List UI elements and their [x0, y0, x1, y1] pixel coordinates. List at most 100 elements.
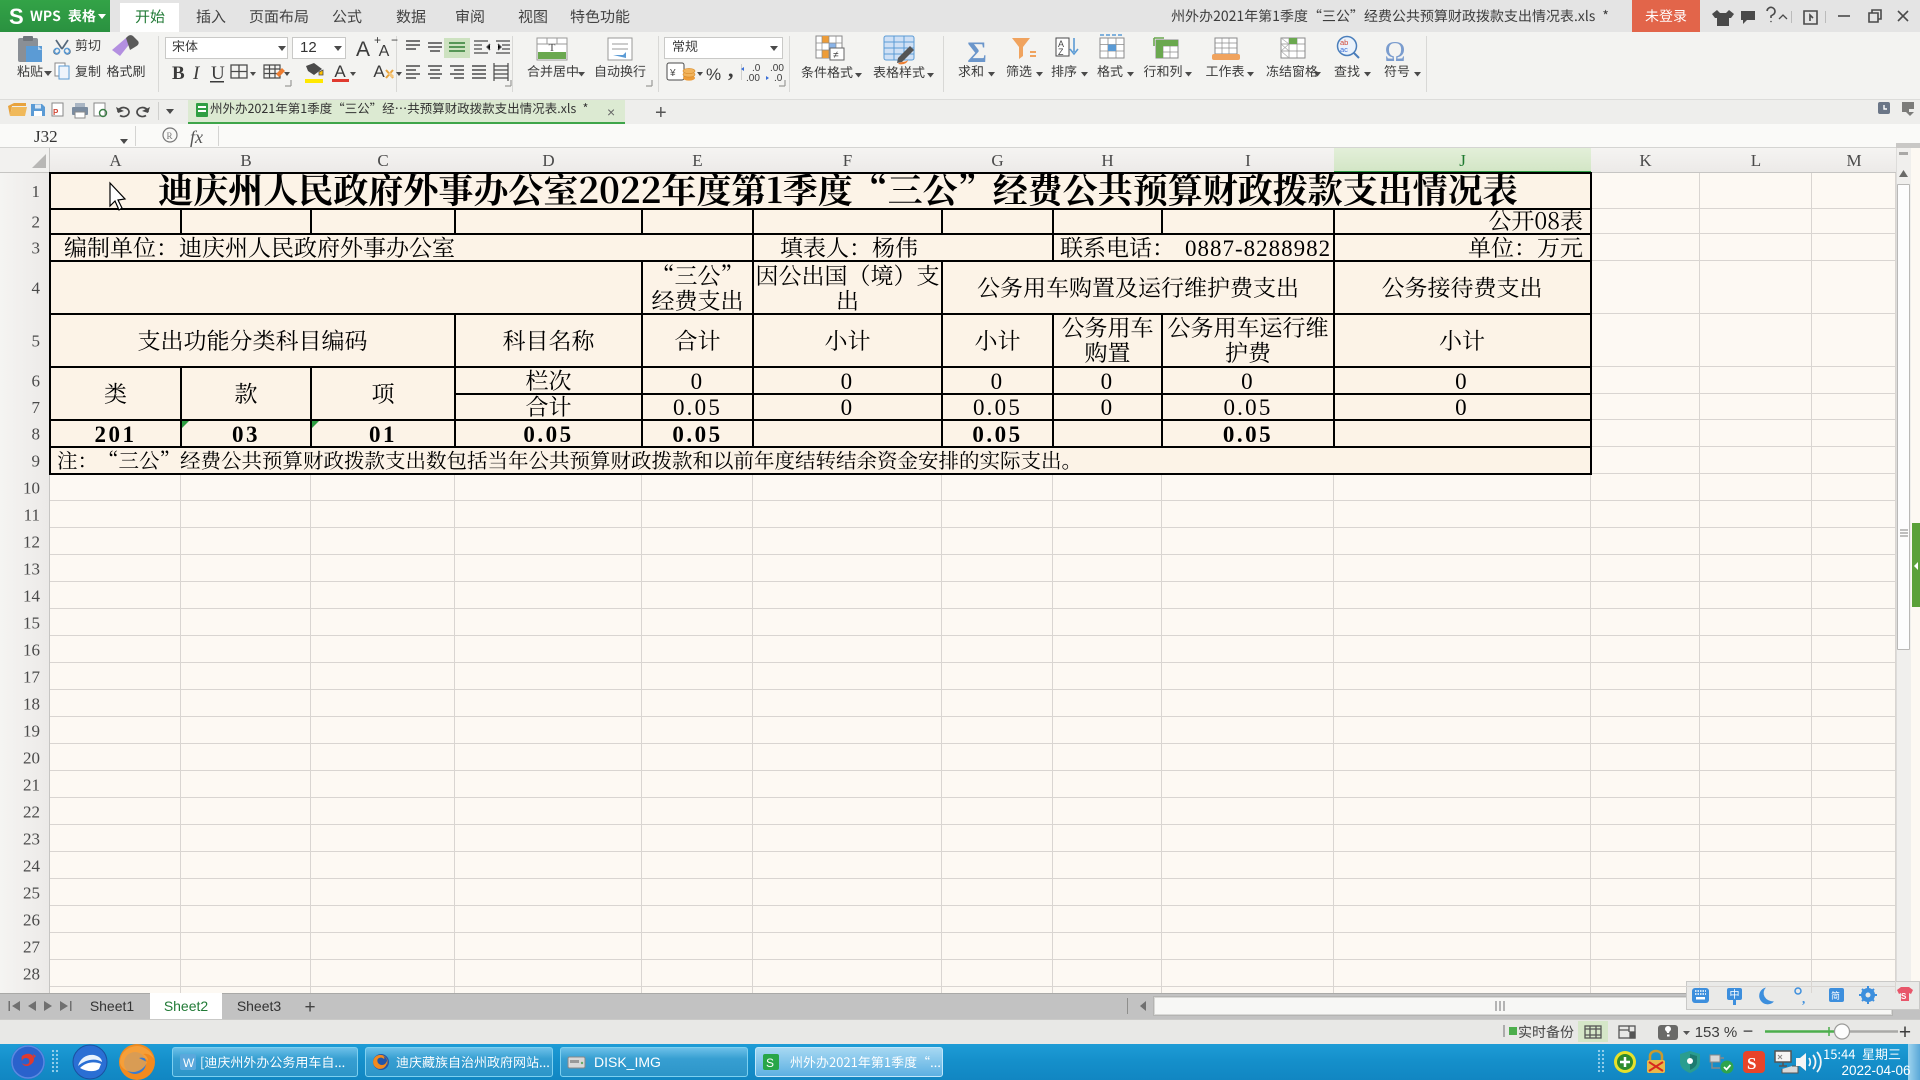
svg-text:B: B [172, 63, 185, 84]
svg-text:15: 15 [23, 614, 40, 633]
svg-text:0.05: 0.05 [972, 422, 1022, 447]
svg-text:24: 24 [23, 857, 41, 876]
svg-text:E: E [692, 151, 702, 170]
svg-text:0.05: 0.05 [1223, 422, 1273, 447]
svg-text:+: + [1899, 1021, 1911, 1044]
svg-text:I: I [192, 63, 201, 84]
svg-text:≠: ≠ [833, 50, 839, 61]
svg-text:18: 18 [23, 695, 40, 714]
svg-text:2: 2 [32, 213, 41, 232]
svg-text:17: 17 [23, 668, 41, 687]
svg-text:G: G [991, 151, 1003, 170]
svg-text:3: 3 [32, 239, 41, 258]
svg-text:Sheet3: Sheet3 [237, 998, 282, 1014]
svg-text:0.05: 0.05 [673, 395, 722, 420]
svg-text:03: 03 [232, 422, 260, 447]
svg-text:28: 28 [23, 965, 40, 984]
svg-text:01: 01 [369, 422, 397, 447]
svg-text:153 %: 153 % [1695, 1024, 1738, 1041]
svg-text:0: 0 [1241, 369, 1255, 394]
svg-text:0: 0 [841, 395, 855, 420]
svg-text:简: 简 [1831, 990, 1840, 1001]
svg-text:Sheet1: Sheet1 [90, 998, 135, 1014]
svg-text:13: 13 [23, 560, 40, 579]
svg-text:C: C [377, 151, 388, 170]
svg-text:ac: ac [1340, 45, 1348, 54]
svg-text:%: % [706, 65, 721, 84]
svg-text:,: , [728, 57, 734, 82]
svg-text:A: A [356, 38, 370, 61]
svg-text:23: 23 [23, 830, 40, 849]
svg-text:4: 4 [32, 279, 41, 298]
svg-text:×: × [607, 104, 615, 120]
svg-text:T: T [549, 42, 556, 54]
svg-text:W: W [183, 1056, 195, 1070]
svg-text:+: + [304, 997, 315, 1018]
svg-text:A: A [373, 62, 385, 81]
svg-text:26: 26 [23, 911, 40, 930]
svg-text:fx: fx [190, 127, 203, 147]
svg-text:−: − [391, 33, 398, 47]
svg-text:11: 11 [24, 506, 40, 525]
svg-text:9: 9 [32, 452, 41, 471]
svg-text:Σ: Σ [967, 36, 987, 69]
svg-text:0: 0 [691, 369, 705, 394]
svg-text:.00: .00 [746, 73, 760, 84]
svg-text:Ω: Ω [1385, 37, 1406, 68]
svg-text:A: A [379, 43, 390, 60]
svg-text:201: 201 [95, 422, 137, 447]
svg-text:Z: Z [1058, 47, 1064, 57]
svg-text:S: S [9, 4, 24, 29]
svg-text:0: 0 [841, 369, 855, 394]
svg-text:A: A [334, 62, 346, 81]
svg-text:5: 5 [32, 332, 41, 351]
svg-text:J: J [1459, 151, 1466, 170]
svg-text:,: , [1802, 991, 1805, 1006]
svg-text:21: 21 [23, 776, 40, 795]
svg-text:0.05: 0.05 [672, 422, 722, 447]
svg-text:8: 8 [32, 425, 41, 444]
svg-text:.0: .0 [774, 73, 783, 84]
svg-text:19: 19 [23, 722, 40, 741]
svg-text:I: I [1245, 151, 1251, 170]
svg-text:M: M [1846, 151, 1861, 170]
svg-text:25: 25 [23, 884, 40, 903]
svg-text:12: 12 [300, 39, 317, 56]
svg-text:0: 0 [991, 369, 1005, 394]
svg-text:R: R [167, 131, 173, 141]
svg-text:0: 0 [1101, 369, 1115, 394]
svg-text:12: 12 [23, 533, 40, 552]
svg-text:S: S [766, 1056, 774, 1070]
svg-text:7: 7 [32, 398, 41, 417]
svg-text:14: 14 [23, 587, 41, 606]
svg-text:22: 22 [23, 803, 40, 822]
svg-text:F: F [843, 151, 852, 170]
svg-text:中: 中 [1730, 988, 1740, 1001]
svg-text:10: 10 [23, 479, 40, 498]
svg-text:0: 0 [1455, 395, 1469, 420]
svg-text:0: 0 [1455, 369, 1469, 394]
svg-text:U: U [211, 63, 225, 84]
svg-text:6: 6 [32, 372, 41, 391]
svg-text:D: D [542, 151, 554, 170]
svg-text:S: S [1747, 1054, 1756, 1073]
svg-text:Sheet2: Sheet2 [164, 998, 209, 1014]
svg-text:0: 0 [1101, 395, 1115, 420]
svg-text:0887-8288982: 0887-8288982 [1185, 236, 1331, 261]
svg-text:H: H [1101, 151, 1113, 170]
svg-text:P: P [53, 108, 59, 117]
svg-text:+: + [655, 102, 667, 124]
svg-text:¥: ¥ [669, 68, 676, 79]
svg-text:0.05: 0.05 [1223, 395, 1272, 420]
svg-text:B: B [240, 151, 251, 170]
svg-text:1: 1 [32, 182, 41, 201]
svg-text:L: L [1751, 151, 1761, 170]
svg-text:A: A [109, 151, 122, 170]
svg-text:2022-04-06: 2022-04-06 [1841, 1063, 1910, 1078]
svg-text:0.05: 0.05 [973, 395, 1022, 420]
svg-text:K: K [1639, 151, 1652, 170]
svg-text:0.05: 0.05 [523, 422, 573, 447]
svg-text:27: 27 [23, 938, 41, 957]
svg-text:J32: J32 [34, 127, 58, 146]
svg-text:−: − [1743, 1021, 1754, 1041]
